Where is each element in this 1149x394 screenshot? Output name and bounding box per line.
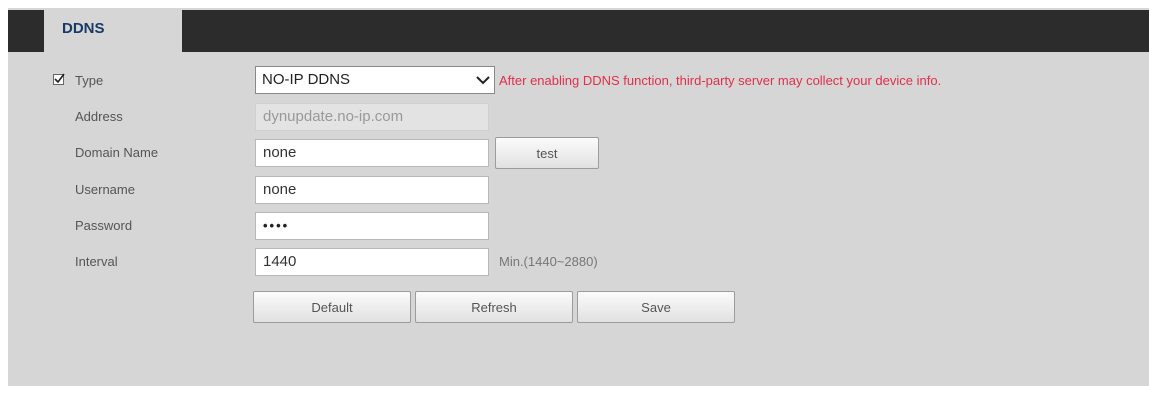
checkmark-icon: [54, 73, 65, 84]
tab-ddns[interactable]: DDNS: [44, 8, 182, 52]
interval-hint: Min.(1440~2880): [499, 254, 598, 269]
type-row: Type NO-IP DDNS After enabling DDNS func…: [8, 65, 1149, 97]
type-label: Type: [75, 73, 104, 88]
domain-name-label: Domain Name: [75, 145, 159, 160]
interval-input[interactable]: 1440: [255, 248, 489, 276]
refresh-button[interactable]: Refresh: [415, 291, 573, 323]
domain-name-row: Domain Name none test: [8, 137, 1149, 169]
address-row: Address dynupdate.no-ip.com: [8, 101, 1149, 133]
type-select[interactable]: NO-IP DDNS: [255, 66, 495, 94]
password-input[interactable]: ••••: [255, 212, 489, 240]
privacy-warning: After enabling DDNS function, third-part…: [499, 73, 942, 88]
username-input[interactable]: none: [255, 176, 489, 204]
interval-row: Interval 1440 Min.(1440~2880): [8, 246, 1149, 278]
username-row: Username none: [8, 174, 1149, 206]
domain-name-input[interactable]: none: [255, 139, 489, 167]
address-label: Address: [75, 109, 123, 124]
password-label: Password: [75, 218, 133, 233]
enable-checkbox[interactable]: [53, 73, 65, 85]
type-select-value: NO-IP DDNS: [262, 71, 351, 88]
username-label: Username: [75, 182, 135, 197]
password-row: Password ••••: [8, 210, 1149, 242]
interval-label: Interval: [75, 254, 118, 269]
address-field: dynupdate.no-ip.com: [255, 103, 489, 131]
default-button[interactable]: Default: [253, 291, 411, 323]
save-button[interactable]: Save: [577, 291, 735, 323]
chevron-down-icon: [476, 76, 490, 85]
ddns-panel: DDNS Type NO-IP DDNS After enabling DDNS…: [8, 8, 1149, 386]
test-button[interactable]: test: [495, 137, 599, 169]
